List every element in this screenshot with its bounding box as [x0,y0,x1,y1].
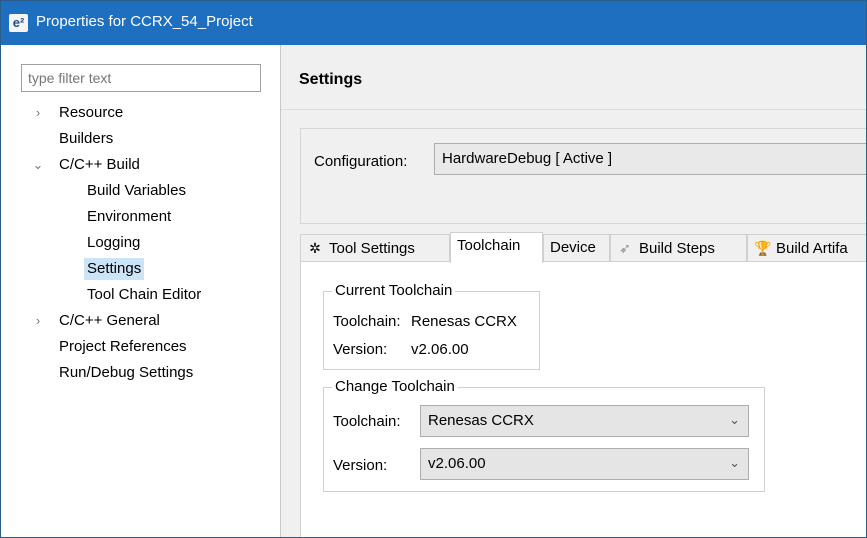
configuration-label: Configuration: [314,153,408,170]
group-title: Current Toolchain [332,282,456,299]
tree-item-cpp-build[interactable]: C/C++ Build [59,154,140,176]
change-toolchain-group: Change Toolchain Toolchain: Renesas CCRX… [323,378,765,492]
tab-toolchain[interactable]: Toolchain [450,232,543,263]
tree-item-settings[interactable]: Settings [84,258,145,280]
tree-item-build-variables[interactable]: Build Variables [87,180,186,202]
configuration-section: Configuration: HardwareDebug [ Active ] [300,128,866,224]
tab-build-steps[interactable]: ➶ Build Steps [610,234,747,262]
tree-item-logging[interactable]: Logging [87,232,140,254]
tab-tool-settings[interactable]: ✲ Tool Settings [300,234,450,262]
tab-device[interactable]: Device [543,234,610,262]
group-title: Change Toolchain [332,378,458,395]
settings-page: Settings Configuration: HardwareDebug [ … [281,45,866,537]
version-label: Version: [333,457,388,474]
filter-input[interactable] [21,64,261,92]
tab-label: Toolchain [457,237,521,254]
property-page-tree: › Resource Builders ⌄ C/C++ Build Build … [1,45,281,537]
expand-icon[interactable]: › [31,310,45,332]
properties-window: e² Properties for CCRX_54_Project › Reso… [0,0,867,538]
page-header: Settings [281,45,866,110]
tab-label: Build Artifa [776,240,848,257]
tool-settings-icon: ✲ [309,240,321,256]
page-title: Settings [299,71,363,88]
e2-studio-app-icon: e² [9,14,28,32]
version-select[interactable]: v2.06.00 ⌄ [420,448,749,480]
chevron-down-icon: ⌄ [729,455,740,470]
configuration-select[interactable]: HardwareDebug [ Active ] [434,143,866,175]
tab-bar: ✲ Tool Settings Toolchain Device ➶ Build S… [300,232,866,263]
toolchain-label: Toolchain: [333,313,401,330]
tree-item-builders[interactable]: Builders [59,128,113,150]
tab-build-artifact[interactable]: 🏆 Build Artifa [747,234,866,262]
toolchain-select[interactable]: Renesas CCRX ⌄ [420,405,749,437]
collapse-icon[interactable]: ⌄ [31,154,45,176]
build-artifact-icon: 🏆 [754,240,772,256]
tree-item-resource[interactable]: Resource [59,102,123,124]
current-toolchain-value: Renesas CCRX [411,313,517,330]
select-value: Renesas CCRX [428,412,534,429]
expand-icon[interactable]: › [31,102,45,124]
tree-item-environment[interactable]: Environment [87,206,171,228]
window-title: Properties for CCRX_54_Project [36,13,253,30]
tab-label: Tool Settings [329,240,415,257]
tree-item-project-references[interactable]: Project References [59,336,187,358]
tree-item-run-debug-settings[interactable]: Run/Debug Settings [59,362,193,384]
build-steps-icon: ➶ [619,240,631,256]
select-value: v2.06.00 [428,455,486,472]
current-toolchain-group: Current Toolchain Toolchain: Renesas CCR… [323,282,540,370]
chevron-down-icon: ⌄ [729,412,740,427]
tree-item-cpp-general[interactable]: C/C++ General [59,310,160,332]
tree-item-tool-chain-editor[interactable]: Tool Chain Editor [87,284,201,306]
tab-label: Build Steps [639,240,715,257]
title-bar[interactable]: e² Properties for CCRX_54_Project [1,1,866,45]
version-label: Version: [333,341,388,358]
current-version-value: v2.06.00 [411,341,469,358]
toolchain-tab-content: Current Toolchain Toolchain: Renesas CCR… [300,261,866,537]
toolchain-label: Toolchain: [333,413,401,430]
tab-label: Device [550,239,596,256]
